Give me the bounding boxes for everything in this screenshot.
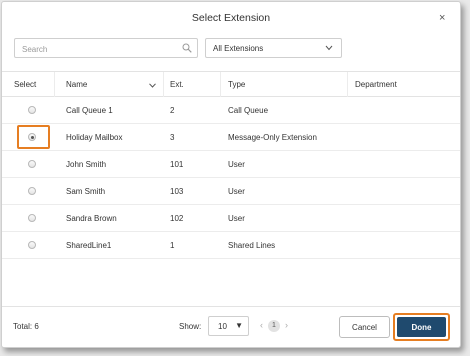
close-icon[interactable]: × <box>439 12 445 24</box>
select-radio[interactable] <box>28 187 36 195</box>
header-select: Select <box>14 80 37 89</box>
cell-name: John Smith <box>66 160 107 169</box>
select-radio[interactable] <box>28 214 36 222</box>
search-input[interactable] <box>15 40 175 59</box>
extension-type-selected: All Extensions <box>213 44 264 53</box>
cell-type: User <box>228 187 245 196</box>
cell-name: SharedLine1 <box>66 241 112 250</box>
prev-page-icon[interactable]: ‹ <box>260 320 263 330</box>
cell-ext: 103 <box>170 187 184 196</box>
dialog-title: Select Extension <box>191 12 271 24</box>
header-divider <box>220 72 221 97</box>
page-number[interactable]: 1 <box>268 320 280 332</box>
header-department: Department <box>355 80 397 89</box>
header-divider <box>347 72 348 97</box>
search-field[interactable] <box>14 38 198 59</box>
done-button-highlight: Done <box>393 313 450 341</box>
table-row[interactable]: Holiday Mailbox 3 Message-Only Extension <box>2 124 460 151</box>
table-row[interactable]: Call Queue 1 2 Call Queue <box>2 97 460 124</box>
show-label: Show: <box>179 322 202 331</box>
extension-type-select[interactable]: All Extensions <box>205 38 342 58</box>
footer-divider <box>2 306 460 307</box>
header-divider <box>54 72 55 97</box>
header-name[interactable]: Name <box>66 80 87 89</box>
select-extension-dialog: Select Extension × All Extensions Select… <box>1 1 461 348</box>
header-divider <box>163 72 164 97</box>
table-row[interactable]: John Smith 101 User <box>2 151 460 178</box>
cancel-button[interactable]: Cancel <box>339 316 390 338</box>
cell-ext: 1 <box>170 241 175 250</box>
cell-name: Call Queue 1 <box>66 106 113 115</box>
header-ext: Ext. <box>170 80 184 89</box>
done-button[interactable]: Done <box>397 317 446 337</box>
table-header: Select Name Ext. Type Department <box>2 71 460 97</box>
sort-chevron-icon[interactable] <box>149 83 156 88</box>
chevron-down-icon <box>325 45 333 51</box>
select-radio[interactable] <box>28 106 36 114</box>
select-radio[interactable] <box>28 133 36 141</box>
cell-type: Call Queue <box>228 106 269 115</box>
cell-ext: 101 <box>170 160 184 169</box>
table-row[interactable]: Sandra Brown 102 User <box>2 205 460 232</box>
page-size-select[interactable]: 10 ▼ <box>208 316 249 336</box>
total-count: Total: 6 <box>13 322 39 331</box>
cell-name: Holiday Mailbox <box>66 133 123 142</box>
table-row[interactable]: Sam Smith 103 User <box>2 178 460 205</box>
search-icon[interactable] <box>182 43 192 53</box>
cell-name: Sam Smith <box>66 187 106 196</box>
select-radio[interactable] <box>28 241 36 249</box>
header-type: Type <box>228 80 246 89</box>
table-row[interactable]: SharedLine1 1 Shared Lines <box>2 232 460 259</box>
cell-type: User <box>228 214 245 223</box>
cell-type: User <box>228 160 245 169</box>
cell-ext: 2 <box>170 106 175 115</box>
select-radio[interactable] <box>28 160 36 168</box>
cell-ext: 102 <box>170 214 184 223</box>
caret-down-icon: ▼ <box>235 321 243 330</box>
cell-type: Shared Lines <box>228 241 276 250</box>
cell-ext: 3 <box>170 133 175 142</box>
page-size-value: 10 <box>218 322 227 331</box>
cell-name: Sandra Brown <box>66 214 117 223</box>
next-page-icon[interactable]: › <box>285 320 288 330</box>
cell-type: Message-Only Extension <box>228 133 317 142</box>
